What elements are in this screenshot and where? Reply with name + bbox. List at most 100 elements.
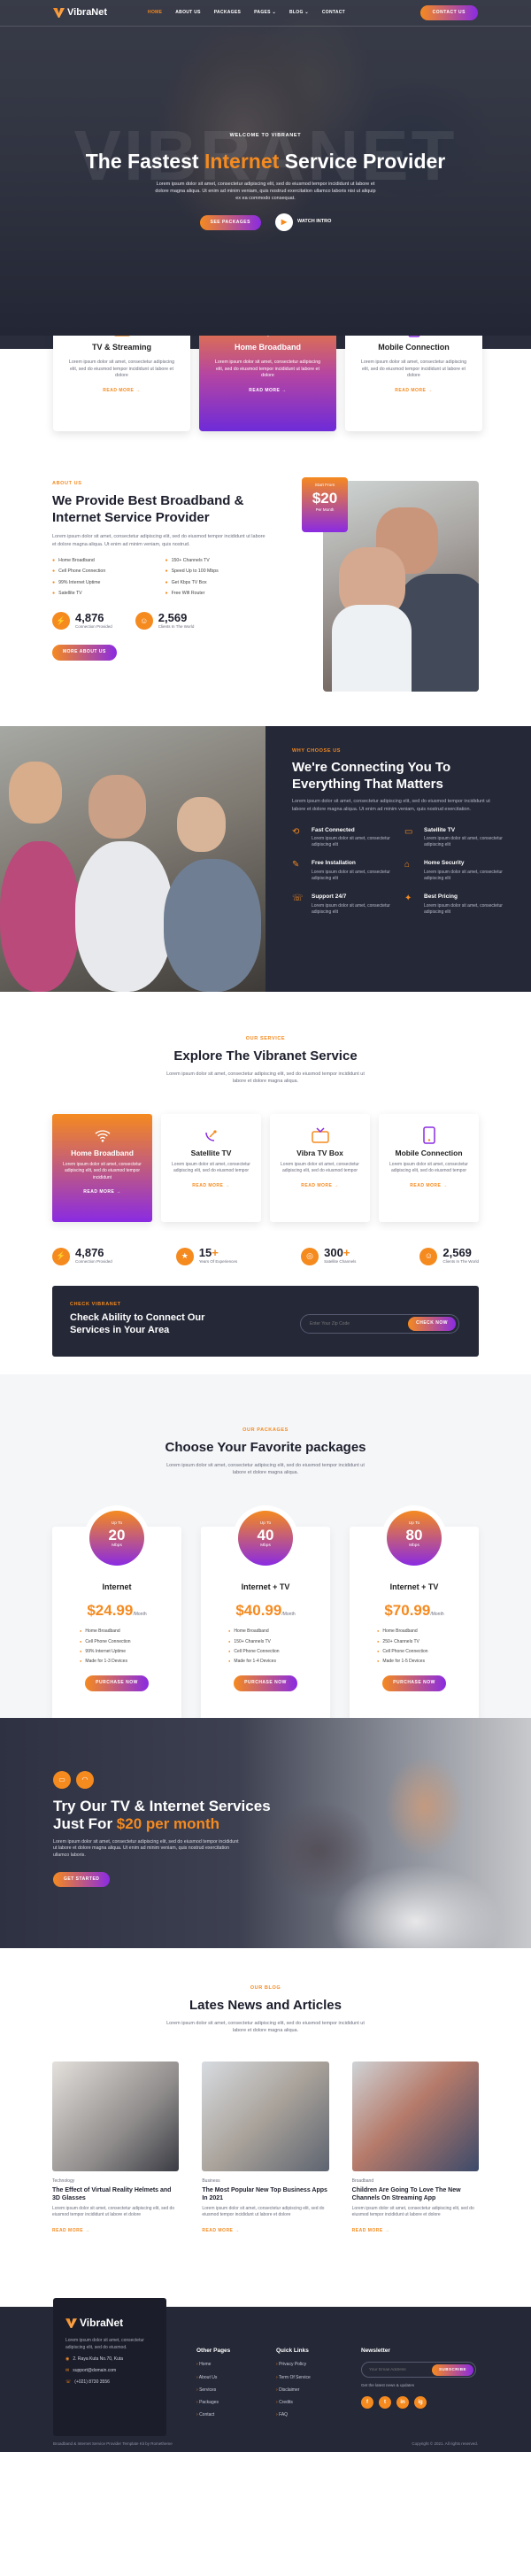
news-category: Broadband [351, 2178, 374, 2184]
read-more-link[interactable]: READ MORE → [202, 2228, 328, 2234]
footer-link-privacy[interactable]: Privacy Policy [276, 2362, 311, 2368]
counter-number: 15+ [199, 1247, 237, 1258]
footer-phone[interactable]: ☏ (+021) 8730 3556 [65, 2379, 154, 2386]
instagram-icon[interactable]: ig [414, 2395, 427, 2409]
news-card[interactable]: Broadband Children Are Going To Love The… [351, 2061, 479, 2234]
news-headline[interactable]: The Most Popular New Top Business Apps I… [202, 2186, 328, 2202]
read-more-link[interactable]: READ MORE → [52, 2228, 179, 2234]
woman-headphones-photo [266, 1718, 531, 1948]
feature-item: Cell Phone Connection [52, 569, 157, 576]
news-image-business[interactable] [202, 2061, 329, 2171]
nav-item-contact[interactable]: CONTACT [322, 10, 345, 16]
footer-email[interactable]: ✉ support@domain.com [65, 2368, 154, 2374]
feature-text: Lorem ipsum dolor sit amet, consectetur … [312, 869, 390, 882]
package-features: Home Broadband Cell Phone Connection 99%… [80, 1628, 154, 1665]
watch-intro-button[interactable]: ▶ WATCH INTRO [274, 213, 332, 232]
linkedin-icon[interactable]: in [396, 2395, 409, 2409]
footer-link-disclaimer[interactable]: Disclaimer [276, 2387, 311, 2394]
read-more-label: READ MORE [83, 1188, 115, 1195]
purchase-now-button[interactable]: PURCHASE NOW [85, 1675, 149, 1691]
speed-value: 80 [405, 1526, 423, 1543]
purchase-now-button[interactable]: PURCHASE NOW [234, 1675, 297, 1691]
nav-menu: HOME ABOUT US PACKAGES PAGES ⌄ BLOG ⌄ CO… [148, 10, 345, 16]
read-more-label: READ MORE [103, 388, 135, 394]
package-card-internet-tv-40: Up To40Mbps Internet + TV $40.99/Month H… [201, 1510, 330, 1718]
read-more-link[interactable]: READ MORE → [410, 1183, 447, 1188]
see-packages-button[interactable]: SEE PACKAGES [199, 214, 261, 230]
footer-link-faq[interactable]: FAQ [276, 2412, 311, 2418]
package-feature: 99% Internet Uptime [80, 1649, 154, 1655]
subscribe-button[interactable]: SUBSCRIBE [431, 2364, 473, 2376]
counter-number: 4,876 [75, 1246, 104, 1259]
counter-number: 300+ [324, 1247, 356, 1258]
nav-item-packages[interactable]: PACKAGES [214, 10, 241, 16]
read-more-link[interactable]: READ MORE → [352, 2228, 479, 2234]
counter-value: 300 [324, 1246, 343, 1259]
footer-link-packages[interactable]: Packages [196, 2400, 230, 2406]
counter-channels: ◎ 300+ Satellite Channels [301, 1247, 356, 1266]
speed-circle: Up To 20 Mbps [89, 1510, 144, 1566]
read-more-link[interactable]: READ MORE → [249, 388, 286, 393]
nav-item-home[interactable]: HOME [148, 10, 162, 16]
promo-title: Try Our TV & Internet Services Just For … [53, 1798, 283, 1834]
service-card-tv[interactable]: TV & Streaming Lorem ipsum dolor sit ame… [53, 336, 190, 431]
package-feature: Home Broadband [228, 1628, 303, 1635]
feature-support: ☏ Support 24/7 Lorem ipsum dolor sit amet,… [292, 893, 392, 916]
why-title: We're Connecting You To Everything That … [292, 759, 451, 792]
nav-item-blog[interactable]: BLOG ⌄ [289, 10, 309, 16]
footer-logo[interactable]: VibraNet [65, 2316, 154, 2331]
footer-link-about[interactable]: About Us [196, 2375, 230, 2381]
read-more-link[interactable]: READ MORE → [103, 388, 140, 393]
footer-link-services[interactable]: Services [196, 2387, 230, 2394]
news-image-vr[interactable] [52, 2061, 180, 2171]
footer-link-contact[interactable]: Contact [196, 2412, 230, 2418]
feature-title: Fast Connected [312, 826, 355, 833]
twitter-icon[interactable]: t [379, 2395, 391, 2409]
read-more-link[interactable]: READ MORE → [83, 1189, 120, 1195]
newsletter-email-input[interactable] [369, 2367, 432, 2372]
mail-icon: ✉ [65, 2368, 70, 2374]
feature-home-security: ⌂ Home Security Lorem ipsum dolor sit amet… [404, 859, 504, 882]
nav-item-pages[interactable]: PAGES ⌄ [254, 10, 276, 16]
check-now-button[interactable]: CHECK NOW [408, 1317, 456, 1331]
footer-link-credits[interactable]: Credits [276, 2400, 311, 2406]
arrow-right-icon: → [135, 388, 141, 394]
get-started-button[interactable]: GET STARTED [53, 1871, 111, 1888]
explore-card-satellite[interactable]: Satellite TV Lorem ipsum dolor sit amet,… [161, 1113, 261, 1222]
read-more-label: READ MORE [395, 388, 427, 394]
news-title: Lates News and Articles [189, 1997, 342, 2013]
service-card-title: Home Broadband [234, 343, 301, 352]
watch-intro-label: WATCH INTRO [296, 219, 332, 225]
explore-card-mobile[interactable]: Mobile Connection Lorem ipsum dolor sit … [379, 1113, 479, 1222]
news-card[interactable]: Technology The Effect of Virtual Reality… [52, 2061, 180, 2234]
why-kicker: WHY CHOOSE US [292, 748, 342, 754]
site-logo[interactable]: VibraNet [53, 6, 107, 20]
read-more-link[interactable]: READ MORE → [301, 1183, 338, 1188]
explore-title: Explore The Vibranet Service [173, 1048, 358, 1064]
contact-us-button[interactable]: CONTACT US [419, 4, 478, 21]
footer-link-terms[interactable]: Term Of Service [276, 2375, 311, 2381]
news-headline[interactable]: The Effect of Virtual Reality Helmets an… [52, 2186, 179, 2202]
read-more-link[interactable]: READ MORE → [192, 1183, 229, 1188]
facebook-icon[interactable]: f [361, 2395, 373, 2409]
footer-col-title: Quick Links [276, 2348, 309, 2354]
service-card-mobile[interactable]: Mobile Connection Lorem ipsum dolor sit … [345, 336, 482, 431]
hero-title-part-1: The Fastest [85, 149, 204, 173]
news-card[interactable]: Business The Most Popular New Top Busine… [202, 2061, 329, 2234]
footer-link-home[interactable]: Home [196, 2362, 230, 2368]
news-image-children[interactable] [351, 2061, 479, 2171]
explore-card-text: Lorem ipsum dolor sit amet, consectetur … [172, 1162, 250, 1174]
home-icon: ⌂ [404, 860, 411, 870]
more-about-us-button[interactable]: MORE ABOUT US [52, 645, 117, 661]
explore-card-broadband[interactable]: Home Broadband Lorem ipsum dolor sit ame… [52, 1113, 152, 1222]
explore-card-tv-box[interactable]: Vibra TV Box Lorem ipsum dolor sit amet,… [270, 1113, 370, 1222]
packages-text: Lorem ipsum dolor sit amet, consectetur … [166, 1462, 365, 1476]
news-headline[interactable]: Children Are Going To Love The New Chann… [352, 2186, 479, 2202]
speed-unit: Mbps [260, 1543, 271, 1549]
purchase-now-button[interactable]: PURCHASE NOW [382, 1675, 446, 1691]
zip-code-input[interactable] [310, 1321, 409, 1327]
service-card-broadband[interactable]: Home Broadband Lorem ipsum dolor sit ame… [199, 336, 336, 431]
nav-item-about[interactable]: ABOUT US [175, 10, 201, 16]
counter-label: Satellite Channels [324, 1259, 357, 1264]
read-more-link[interactable]: READ MORE → [395, 388, 432, 393]
